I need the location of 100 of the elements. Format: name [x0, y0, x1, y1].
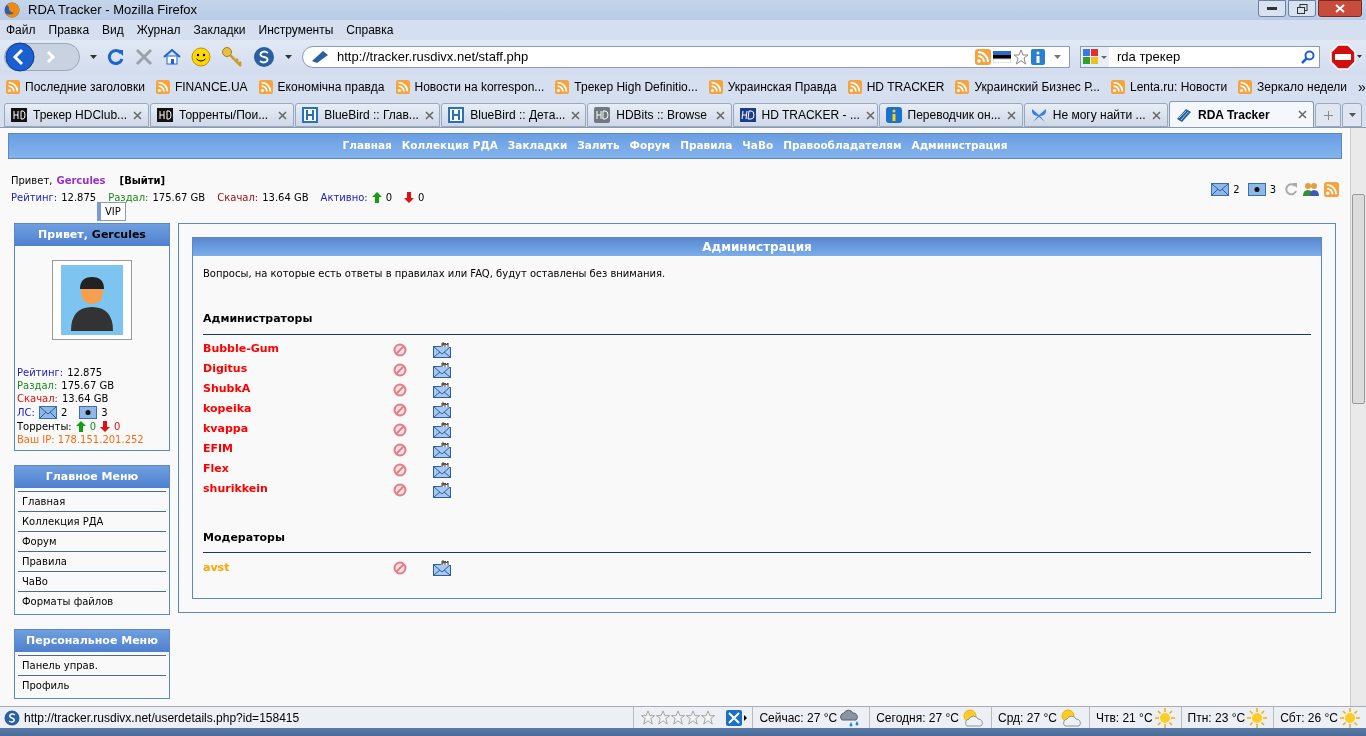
bookmark-item[interactable]: Последние заголовки: [6, 78, 145, 96]
search-field[interactable]: rda трекер: [1080, 46, 1320, 68]
adblock-icon[interactable]: [1330, 44, 1362, 70]
private-message-icon[interactable]: [433, 361, 452, 378]
ban-icon[interactable]: [393, 482, 407, 497]
staff-name[interactable]: ShubkA: [203, 381, 393, 398]
close-icon[interactable]: [1152, 110, 1161, 120]
more-bookmarks-button[interactable]: »: [1358, 76, 1366, 98]
bookmark-item[interactable]: Трекер High Definitio...: [555, 78, 698, 96]
browser-tab[interactable]: BlueBird :: Глав...: [295, 103, 441, 127]
menu-item[interactable]: Правка: [48, 21, 90, 39]
download-label: Скачал:: [217, 191, 259, 205]
staff-name[interactable]: EFIM: [203, 441, 393, 458]
close-icon[interactable]: [1298, 110, 1308, 119]
back-icon[interactable]: [5, 42, 35, 72]
back-forward-control[interactable]: [4, 43, 80, 71]
bookmark-item[interactable]: Украинская Правда: [708, 78, 837, 96]
bookmark-item[interactable]: Новости на korrespon...: [395, 78, 545, 96]
private-message-icon[interactable]: [433, 481, 452, 498]
staff-name[interactable]: Digitus: [203, 361, 393, 378]
ban-icon[interactable]: [393, 462, 407, 477]
staff-name[interactable]: Bubble-Gum: [203, 341, 393, 358]
private-message-icon[interactable]: [433, 560, 452, 576]
username-link[interactable]: Gercules: [56, 173, 106, 188]
browser-tab[interactable]: HD TRACKER - ...: [732, 103, 878, 127]
menu-link[interactable]: ЧаВо: [18, 571, 166, 591]
skype-icon[interactable]: [253, 46, 275, 68]
logout-link[interactable]: [Выйти]: [119, 173, 166, 188]
envelope-icon: [38, 406, 57, 419]
home-icon[interactable]: [163, 48, 181, 66]
ban-icon[interactable]: [393, 422, 407, 437]
browser-tab[interactable]: Торренты/Пои...: [150, 103, 295, 127]
star-icon[interactable]: [1013, 49, 1029, 65]
tab-list-button[interactable]: [1342, 103, 1362, 127]
bookmark-item[interactable]: Зеркало недели: [1238, 78, 1348, 96]
ban-icon[interactable]: [393, 561, 407, 575]
reload-icon[interactable]: [107, 48, 125, 66]
browser-tab[interactable]: Не могу найти ...: [1023, 103, 1168, 127]
menu-item[interactable]: Инструменты: [258, 21, 334, 39]
close-icon[interactable]: [133, 110, 143, 120]
staff-name[interactable]: kopeika: [203, 401, 393, 418]
staff-name[interactable]: kvappa: [203, 421, 393, 438]
private-message-icon[interactable]: [433, 441, 452, 458]
menu-item[interactable]: Журнал: [136, 21, 181, 39]
close-window-button[interactable]: [1318, 0, 1362, 17]
ban-icon[interactable]: [393, 342, 407, 357]
google-icon[interactable]: [1081, 47, 1109, 67]
browser-tab[interactable]: HDBits :: Browse: [587, 103, 732, 127]
browser-tab[interactable]: RDA Tracker: [1169, 101, 1315, 127]
browser-tab[interactable]: Трекер HDClub...: [4, 103, 149, 127]
key-icon[interactable]: [221, 46, 243, 68]
restore-button[interactable]: [1288, 0, 1316, 17]
close-icon[interactable]: [571, 110, 581, 120]
private-message-icon[interactable]: [433, 421, 452, 438]
browser-tab[interactable]: BlueBird :: Дета...: [441, 103, 587, 127]
private-message-icon[interactable]: [433, 341, 452, 358]
search-icon[interactable]: [1301, 50, 1315, 64]
private-message-icon[interactable]: [433, 381, 452, 398]
close-icon[interactable]: [715, 110, 725, 120]
ban-icon[interactable]: [393, 362, 407, 377]
ban-icon[interactable]: [393, 402, 407, 417]
menu-link[interactable]: Форматы файлов: [18, 591, 166, 611]
private-message-icon[interactable]: [433, 401, 452, 418]
staff-name[interactable]: shurikkein: [203, 481, 393, 498]
menu-item[interactable]: Справка: [346, 21, 394, 39]
address-field[interactable]: http://tracker.rusdivx.net/staff.php: [302, 46, 1070, 68]
bookmark-item[interactable]: HD TRACKER: [847, 78, 945, 96]
bookmark-item[interactable]: Украинский Бизнес Р...: [955, 78, 1100, 96]
bookmark-item[interactable]: Економічна правда: [258, 78, 385, 96]
info-icon[interactable]: [1031, 49, 1045, 65]
users-icon[interactable]: [1302, 181, 1320, 197]
new-tab-button[interactable]: [1315, 103, 1342, 127]
smiley-icon[interactable]: [191, 47, 211, 67]
ban-icon[interactable]: [393, 382, 407, 397]
bookmark-item[interactable]: FINANCE.UA: [155, 78, 248, 96]
app-icon[interactable]: [726, 709, 749, 726]
menu-link[interactable]: Коллекция РДА: [18, 511, 166, 531]
scrollbar[interactable]: [1350, 128, 1366, 706]
bookmark-item[interactable]: Lenta.ru: Новости: [1110, 78, 1228, 96]
dropdown-arrow-icon[interactable]: [285, 55, 292, 59]
browser-tab[interactable]: Переводчик он...: [878, 103, 1023, 127]
menu-link[interactable]: Форум: [18, 531, 166, 551]
menu-link[interactable]: Панель управ.: [18, 655, 166, 675]
minimize-button[interactable]: [1258, 0, 1286, 17]
dropdown-arrow-icon[interactable]: [90, 55, 97, 59]
close-icon[interactable]: [278, 110, 288, 120]
menu-item[interactable]: Закладки: [193, 21, 246, 39]
close-icon[interactable]: [865, 110, 875, 120]
close-icon[interactable]: [424, 110, 434, 120]
menu-link[interactable]: Правила: [18, 551, 166, 571]
ban-icon[interactable]: [393, 442, 407, 457]
site-icon: [311, 50, 329, 64]
scrollbar-thumb[interactable]: [1352, 194, 1365, 404]
private-message-icon[interactable]: [433, 461, 452, 478]
menu-link[interactable]: Профиль: [18, 675, 166, 695]
close-icon[interactable]: [1006, 110, 1016, 120]
menu-item[interactable]: Вид: [102, 21, 124, 39]
menu-item[interactable]: Файл: [6, 21, 36, 39]
menu-link[interactable]: Главная: [18, 491, 166, 511]
staff-name[interactable]: Flex: [203, 461, 393, 478]
